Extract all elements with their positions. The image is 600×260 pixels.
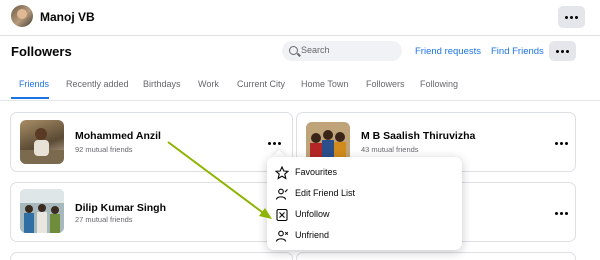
page-title: Followers [11, 44, 72, 59]
menu-item-favourites[interactable]: Favourites [267, 163, 462, 183]
more-icon [553, 208, 569, 218]
tab-friends[interactable]: Friends [19, 79, 49, 89]
menu-item-label: Edit Friend List [295, 188, 356, 198]
tab-current-city[interactable]: Current City [237, 79, 285, 89]
find-friends-link[interactable]: Find Friends [491, 46, 544, 57]
friend-more-button[interactable] [553, 208, 569, 218]
unfollow-icon [276, 208, 288, 222]
avatar[interactable] [11, 5, 33, 27]
mutual-friends: 92 mutual friends [75, 145, 133, 154]
top-bar: Manoj VB [0, 0, 600, 36]
tab-recently-added[interactable]: Recently added [66, 79, 129, 89]
profile-name[interactable]: Manoj VB [40, 10, 95, 24]
more-icon [558, 6, 585, 28]
menu-item-label: Unfollow [295, 209, 330, 219]
search-placeholder: Search [301, 45, 330, 55]
friend-photo[interactable] [20, 189, 64, 233]
tab-home-town[interactable]: Home Town [301, 79, 348, 89]
unfriend-icon [275, 230, 289, 242]
more-icon [549, 41, 576, 61]
menu-item-label: Favourites [295, 167, 338, 177]
friend-card [10, 252, 293, 260]
friend-name[interactable]: M B Saalish Thiruvizha [361, 130, 475, 142]
tabs-divider [0, 100, 600, 101]
active-tab-indicator [11, 97, 49, 99]
tab-birthdays[interactable]: Birthdays [143, 79, 181, 89]
search-input[interactable]: Search [282, 41, 402, 61]
more-icon [266, 138, 282, 148]
menu-item-unfriend[interactable]: Unfriend [267, 226, 462, 246]
tab-following[interactable]: Following [420, 79, 458, 89]
friend-requests-link[interactable]: Friend requests [415, 46, 481, 57]
star-icon [275, 166, 289, 180]
tab-followers[interactable]: Followers [366, 79, 405, 89]
mutual-friends: 27 mutual friends [75, 215, 133, 224]
top-more-button[interactable] [558, 6, 585, 28]
friend-photo[interactable] [20, 120, 64, 164]
tab-work[interactable]: Work [198, 79, 219, 89]
friend-card: Mohammed Anzil 92 mutual friends [10, 112, 293, 172]
friend-card [296, 252, 576, 260]
friend-context-menu: Favourites Edit Friend List Unfollow Unf… [267, 157, 462, 250]
edit-list-icon [275, 188, 288, 200]
mutual-friends: 43 mutual friends [361, 145, 419, 154]
friend-more-button[interactable] [553, 138, 569, 148]
menu-item-label: Unfriend [295, 230, 330, 240]
menu-item-edit-friend-list[interactable]: Edit Friend List [267, 184, 462, 204]
friend-name[interactable]: Dilip Kumar Singh [75, 202, 166, 214]
friend-card: Dilip Kumar Singh 27 mutual friends [10, 182, 293, 242]
search-icon [289, 46, 298, 55]
friend-photo[interactable] [306, 122, 350, 162]
friend-name[interactable]: Mohammed Anzil [75, 130, 161, 142]
menu-item-unfollow[interactable]: Unfollow [267, 205, 462, 225]
header-more-button[interactable] [549, 41, 576, 61]
more-icon [553, 138, 569, 148]
friend-more-button[interactable] [266, 138, 282, 148]
